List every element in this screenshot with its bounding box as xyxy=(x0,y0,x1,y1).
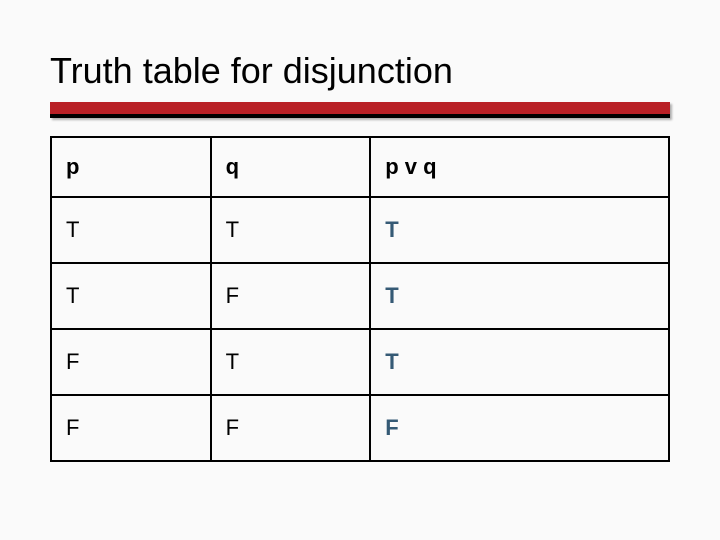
divider-red-bar xyxy=(50,102,670,114)
cell-p: F xyxy=(51,329,211,395)
table-row: T F T xyxy=(51,263,669,329)
cell-p: F xyxy=(51,395,211,461)
title-divider xyxy=(50,102,670,118)
divider-black-bar xyxy=(50,114,670,118)
table-header-row: p q p v q xyxy=(51,137,669,197)
table-row: T T T xyxy=(51,197,669,263)
table-row: F T T xyxy=(51,329,669,395)
cell-result: T xyxy=(370,329,669,395)
cell-q: F xyxy=(211,263,371,329)
page-title: Truth table for disjunction xyxy=(50,50,670,92)
truth-table: p q p v q T T T T F T F T T F F F xyxy=(50,136,670,462)
column-header-q: q xyxy=(211,137,371,197)
column-header-result: p v q xyxy=(370,137,669,197)
cell-p: T xyxy=(51,263,211,329)
cell-result: T xyxy=(370,263,669,329)
cell-q: T xyxy=(211,329,371,395)
cell-result: F xyxy=(370,395,669,461)
column-header-p: p xyxy=(51,137,211,197)
cell-result: T xyxy=(370,197,669,263)
table-row: F F F xyxy=(51,395,669,461)
cell-q: F xyxy=(211,395,371,461)
cell-p: T xyxy=(51,197,211,263)
cell-q: T xyxy=(211,197,371,263)
